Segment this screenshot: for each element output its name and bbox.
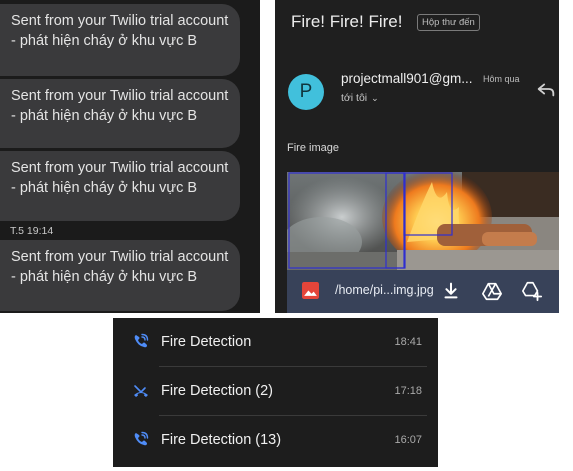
call-time: 18:41 xyxy=(394,336,422,348)
call-log-entry[interactable]: Fire Detection (2) 17:18 xyxy=(113,367,438,416)
image-file-icon xyxy=(302,282,319,299)
call-time: 17:18 xyxy=(394,385,422,397)
image-attachment[interactable]: /home/pi...img.jpg xyxy=(287,172,559,313)
inbox-label-chip[interactable]: Hộp thư đến xyxy=(417,14,480,31)
chevron-down-icon: ⌄ xyxy=(371,93,379,103)
email-body: Fire image xyxy=(287,142,339,154)
message-bubble[interactable]: Sent from your Twilio trial account - ph… xyxy=(0,79,240,148)
attachment-bar: /home/pi...img.jpg xyxy=(287,270,559,313)
sms-conversation: Sent from your Twilio trial account - ph… xyxy=(0,0,260,313)
wifi-call-icon xyxy=(134,431,149,446)
wifi-call-icon xyxy=(134,333,149,348)
message-bubble[interactable]: Sent from your Twilio trial account - ph… xyxy=(0,240,240,311)
email-view: Fire! Fire! Fire! Hộp thư đến P projectm… xyxy=(275,0,559,313)
missed-call-icon xyxy=(134,385,148,397)
email-subject: Fire! Fire! Fire! xyxy=(291,12,403,31)
recipient-label: tới tôi xyxy=(341,92,368,104)
sent-time: Hôm qua xyxy=(483,74,520,84)
sender-name[interactable]: projectmall901@gm... xyxy=(341,71,473,86)
attachment-filename: /home/pi...img.jpg xyxy=(335,283,434,297)
message-timestamp: T.5 19:14 xyxy=(10,225,54,237)
drive-icon[interactable] xyxy=(481,280,503,302)
add-to-drive-icon[interactable] xyxy=(521,280,543,302)
download-icon[interactable] xyxy=(440,280,462,302)
call-log-entry[interactable]: Fire Detection (13) 16:07 xyxy=(113,416,438,465)
call-log-entry[interactable]: Fire Detection 18:41 xyxy=(113,318,438,367)
caller-name: Fire Detection (2) xyxy=(161,383,274,399)
sender-avatar[interactable]: P xyxy=(288,74,324,110)
call-log: Fire Detection 18:41 Fire Detection (2) … xyxy=(113,318,438,467)
caller-name: Fire Detection (13) xyxy=(161,432,282,448)
caller-name: Fire Detection xyxy=(161,334,252,350)
recipient-details-toggle[interactable]: tới tôi ⌄ xyxy=(341,92,379,104)
fire-image-preview[interactable] xyxy=(287,172,559,270)
message-bubble[interactable]: Sent from your Twilio trial account - ph… xyxy=(0,4,240,76)
reply-icon[interactable] xyxy=(535,78,557,100)
message-bubble[interactable]: Sent from your Twilio trial account - ph… xyxy=(0,151,240,221)
call-time: 16:07 xyxy=(394,434,422,446)
